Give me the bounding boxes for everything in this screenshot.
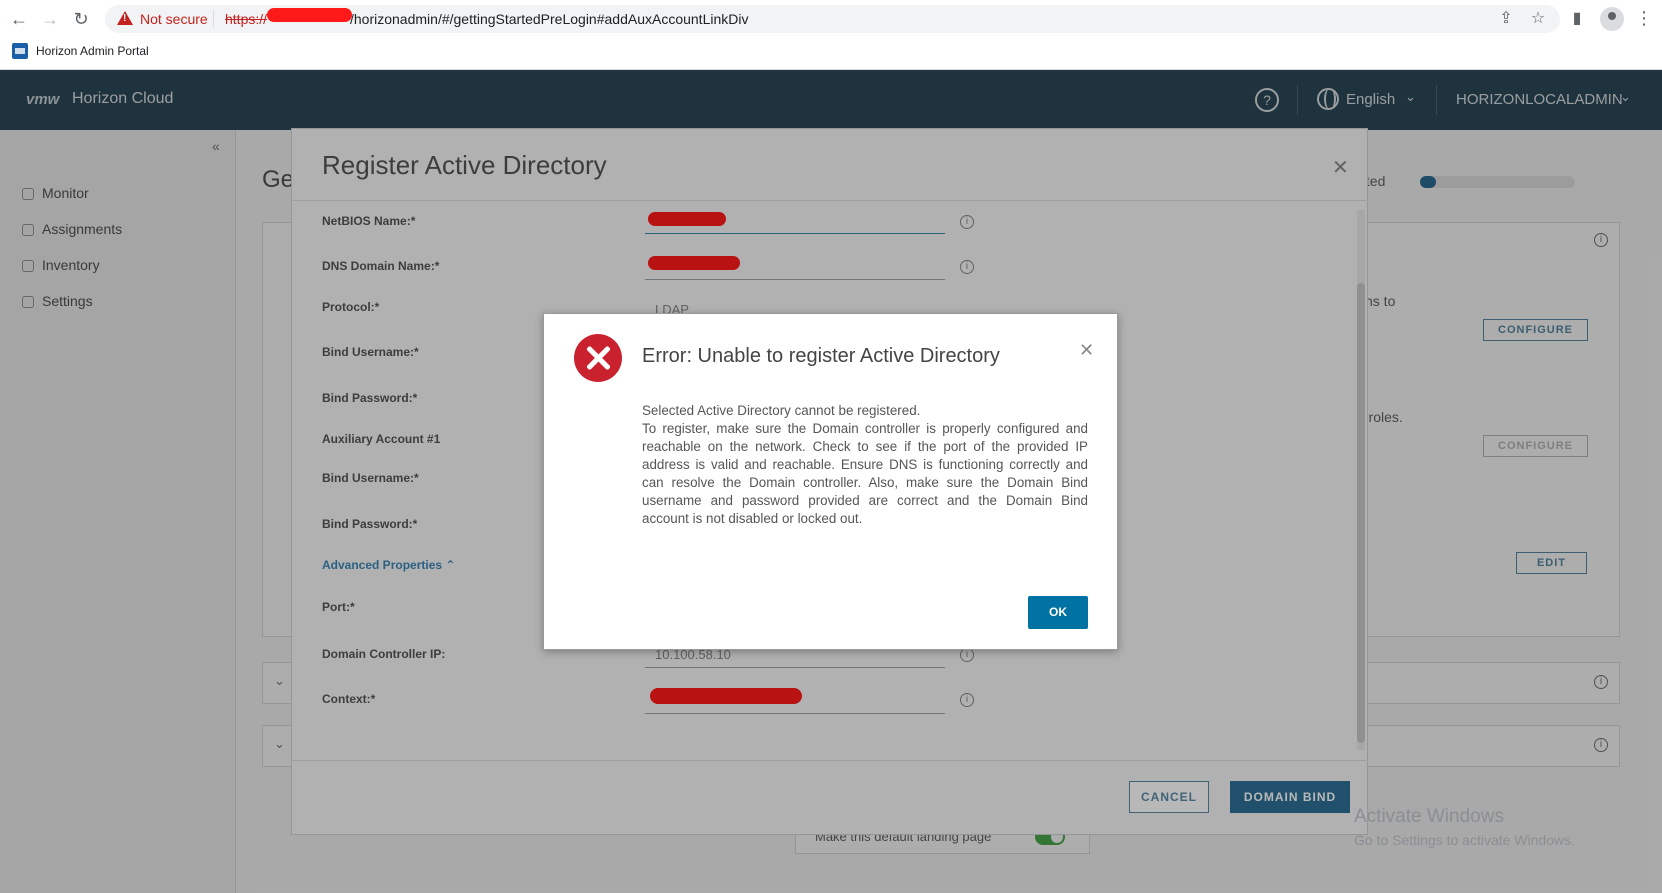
share-icon[interactable]: ⇪ bbox=[1495, 8, 1517, 30]
windows-activate-title: Activate Windows bbox=[1354, 806, 1504, 827]
error-message: Selected Active Directory cannot be regi… bbox=[642, 402, 1088, 528]
url-scheme: https:// bbox=[225, 11, 268, 27]
forward-icon[interactable]: → bbox=[39, 8, 61, 30]
error-title: Error: Unable to register Active Directo… bbox=[642, 345, 1000, 367]
ok-button[interactable]: OK bbox=[1028, 596, 1088, 629]
back-icon[interactable]: ← bbox=[8, 8, 30, 30]
profile-avatar[interactable] bbox=[1600, 7, 1624, 31]
omnibox-divider bbox=[213, 10, 214, 28]
url-path: /horizonadmin/#/gettingStartedPreLogin#a… bbox=[350, 11, 749, 27]
url-host-redaction bbox=[267, 8, 352, 22]
windows-activate-subtitle: Go to Settings to activate Windows. bbox=[1354, 832, 1575, 848]
star-icon[interactable]: ☆ bbox=[1527, 8, 1549, 30]
menu-icon[interactable]: ⋮ bbox=[1635, 8, 1653, 29]
warning-icon bbox=[117, 11, 133, 25]
bookmarks-bar bbox=[0, 38, 1662, 70]
bookmark-horizon-admin[interactable]: Horizon Admin Portal bbox=[36, 44, 149, 58]
reload-icon[interactable]: ↻ bbox=[70, 8, 92, 30]
error-icon bbox=[574, 334, 622, 382]
not-secure-label[interactable]: Not secure bbox=[140, 11, 208, 27]
side-panel-icon[interactable]: ▮ bbox=[1566, 8, 1588, 30]
bookmark-favicon-icon bbox=[12, 43, 28, 59]
error-line-2: To register, make sure the Domain contro… bbox=[642, 421, 1088, 526]
close-icon[interactable]: ✕ bbox=[1079, 340, 1094, 361]
error-line-1: Selected Active Directory cannot be regi… bbox=[642, 403, 921, 418]
